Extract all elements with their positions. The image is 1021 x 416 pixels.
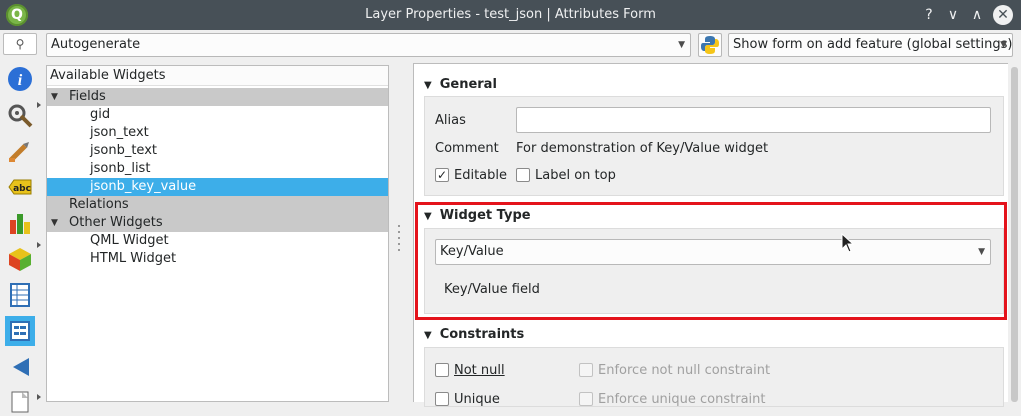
tree-group-other-widgets[interactable]: ▼ Other Widgets — [47, 214, 388, 232]
information-icon[interactable]: i — [5, 64, 35, 94]
tree-widget-item[interactable]: QML Widget — [47, 232, 388, 250]
source-settings-icon[interactable] — [5, 100, 35, 130]
joins-icon[interactable] — [5, 352, 35, 382]
constraints-group: Not null Enforce not null constraint Uni… — [424, 347, 1004, 407]
python-icon — [701, 36, 719, 54]
search-icon: ⚲ — [15, 37, 25, 51]
form-suppress-combo[interactable]: Show form on add feature (global setting… — [728, 33, 1013, 57]
widget-type-group: Key/Value ▼ Key/Value field — [424, 228, 1004, 314]
widget-type-combo[interactable]: Key/Value ▼ — [435, 239, 991, 265]
widget-type-value: Key/Value — [440, 244, 504, 259]
layout-combo[interactable]: Autogenerate ▼ — [46, 33, 691, 57]
fields-table-icon[interactable] — [5, 280, 35, 310]
enforce-unique-checkbox[interactable] — [579, 392, 593, 406]
general-section-header[interactable]: ▼ General — [424, 77, 497, 92]
label-on-top-label: Label on top — [535, 168, 616, 183]
enforce-not-null-label: Enforce not null constraint — [598, 363, 771, 378]
tree-field-item[interactable]: json_text — [47, 124, 388, 142]
mouse-cursor-icon — [841, 233, 855, 253]
comment-value: For demonstration of Key/Value widget — [516, 141, 769, 156]
unique-label: Unique — [454, 392, 500, 407]
scrollbar-thumb[interactable] — [1011, 67, 1018, 402]
tree-group-label: Other Widgets — [69, 215, 163, 230]
collapse-arrow-icon: ▼ — [424, 330, 432, 341]
alias-label: Alias — [435, 113, 466, 128]
pane-splitter[interactable] — [396, 65, 402, 402]
widget-tree[interactable]: Available Widgets ▼ Fields gid json_text… — [46, 65, 389, 402]
widget-type-description: Key/Value field — [444, 282, 540, 297]
close-button[interactable]: ✕ — [993, 5, 1013, 25]
maximize-button[interactable]: ∧ — [967, 5, 987, 25]
symbology-brush-icon[interactable] — [5, 136, 35, 166]
chevron-down-icon: ▼ — [978, 247, 985, 257]
general-title: General — [439, 77, 497, 92]
help-button[interactable]: ? — [919, 5, 939, 25]
diagrams-icon[interactable] — [5, 208, 35, 238]
tree-group-label: Relations — [69, 197, 129, 212]
tree-header: Available Widgets — [47, 66, 388, 86]
tree-group-fields[interactable]: ▼ Fields — [47, 88, 388, 106]
tree-group-relations[interactable]: Relations — [47, 196, 388, 214]
expand-arrow-icon[interactable]: ▼ — [51, 214, 58, 232]
tree-field-item[interactable]: gid — [47, 106, 388, 124]
enforce-not-null-checkbox[interactable] — [579, 363, 593, 377]
chevron-down-icon: ▼ — [678, 40, 685, 50]
window-title: Layer Properties - test_json | Attribute… — [365, 7, 656, 22]
tree-field-item-selected[interactable]: jsonb_key_value — [47, 178, 388, 196]
config-scrollbar[interactable] — [1008, 63, 1021, 402]
sidebar-search[interactable]: ⚲ — [3, 33, 37, 55]
widget-type-title: Widget Type — [439, 208, 531, 223]
constraints-section-header[interactable]: ▼ Constraints — [424, 327, 524, 342]
sidebar-scrollbar[interactable] — [36, 102, 42, 402]
labels-abc-icon[interactable]: abc — [5, 172, 35, 202]
minimize-button[interactable]: ∨ — [943, 5, 963, 25]
label-on-top-checkbox[interactable] — [516, 168, 530, 182]
not-null-label: Not null — [454, 363, 505, 378]
3d-view-cube-icon[interactable] — [5, 244, 35, 274]
enforce-unique-label: Enforce unique constraint — [598, 392, 766, 407]
tree-widget-item[interactable]: HTML Widget — [47, 250, 388, 268]
form-suppress-value: Show form on add feature (global setting… — [733, 37, 1013, 52]
chevron-down-icon: ▼ — [1000, 40, 1007, 50]
field-config-pane: ▼ General Alias Comment For demonstration… — [413, 63, 1021, 407]
page-sidebar: ⚲ i abc — [0, 30, 42, 413]
comment-label: Comment — [435, 141, 499, 156]
auxiliary-storage-icon[interactable] — [5, 386, 35, 416]
title-bar: Q Layer Properties - test_json | Attribu… — [0, 0, 1021, 30]
expand-arrow-icon[interactable]: ▼ — [51, 88, 58, 106]
general-group: Alias Comment For demonstration of Key/V… — [424, 96, 1004, 196]
widget-type-section-header[interactable]: ▼ Widget Type — [424, 208, 531, 223]
tree-field-item[interactable]: jsonb_list — [47, 160, 388, 178]
alias-input[interactable] — [516, 107, 991, 133]
python-init-button[interactable] — [698, 33, 722, 57]
attributes-form-icon[interactable] — [5, 316, 35, 346]
not-null-checkbox[interactable] — [435, 363, 449, 377]
editable-label: Editable — [454, 168, 508, 183]
collapse-arrow-icon: ▼ — [424, 80, 432, 91]
svg-text:abc: abc — [13, 184, 31, 194]
tree-field-item[interactable]: jsonb_text — [47, 142, 388, 160]
editable-checkbox[interactable]: ✓ — [435, 168, 449, 182]
unique-checkbox[interactable] — [435, 392, 449, 406]
layout-combo-value: Autogenerate — [51, 37, 141, 52]
constraints-title: Constraints — [439, 327, 525, 342]
collapse-arrow-icon: ▼ — [424, 211, 432, 222]
svg-text:i: i — [18, 72, 23, 89]
